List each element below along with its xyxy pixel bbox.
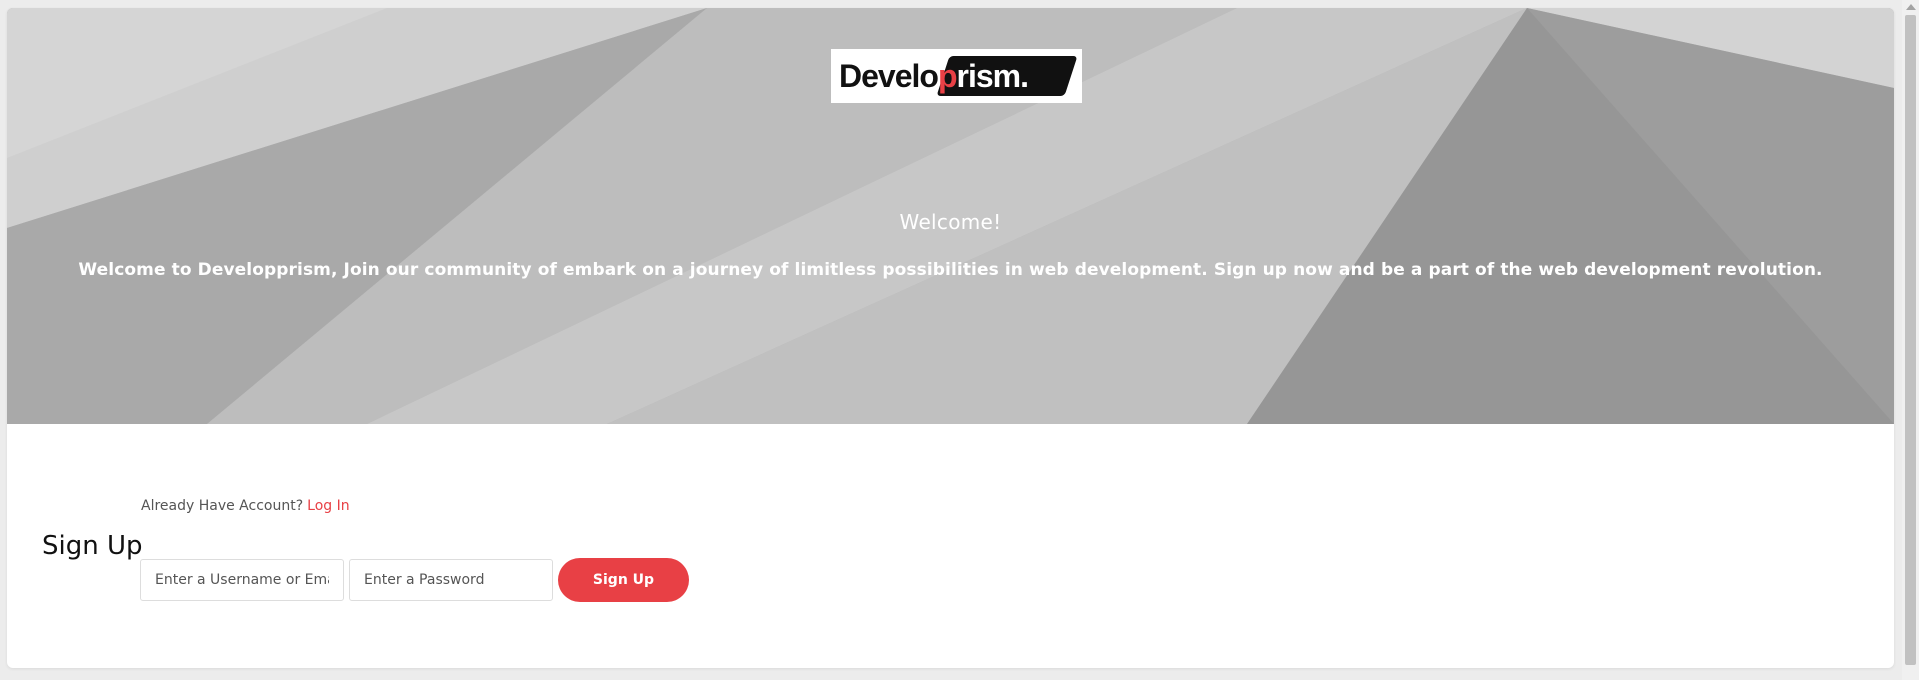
page: Developrism. Welcome! Welcome to Develop… (0, 0, 1919, 680)
signup-button[interactable]: Sign Up (558, 558, 689, 602)
username-input[interactable] (140, 559, 344, 601)
login-link[interactable]: Log In (307, 498, 349, 514)
password-input[interactable] (349, 559, 553, 601)
brand-logo[interactable]: Developrism. (831, 49, 1082, 103)
welcome-message: Welcome to Developprism, Join our commun… (78, 260, 1823, 280)
scroll-up-arrow-icon[interactable] (1906, 4, 1916, 10)
signup-heading: Sign Up (42, 531, 143, 561)
login-prompt-text: Already Have Account? (141, 498, 304, 514)
vertical-scrollbar[interactable] (1902, 0, 1919, 680)
signup-card: Developrism. Welcome! Welcome to Develop… (7, 8, 1894, 668)
scrollbar-thumb[interactable] (1905, 15, 1916, 665)
welcome-title: Welcome! (899, 210, 1002, 234)
logo-wordmark: Developrism. (839, 58, 1029, 94)
login-prompt: Already Have Account? Log In (141, 498, 350, 514)
hero-banner: Developrism. Welcome! Welcome to Develop… (7, 8, 1894, 424)
